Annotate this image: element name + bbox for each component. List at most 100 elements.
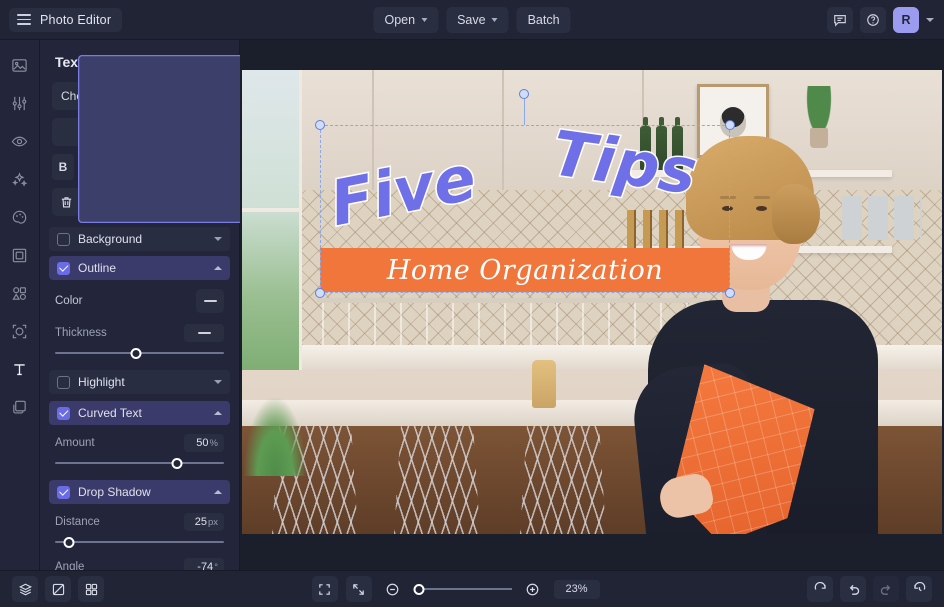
open-button[interactable]: Open [373,6,439,33]
underline-button[interactable]: U [106,154,128,180]
duplicate-text-button[interactable] [86,188,114,216]
sidebar-item-mask[interactable] [7,318,33,344]
options-button[interactable]: Options › [120,188,227,216]
text-icon [14,363,25,375]
slider-knob[interactable] [171,457,183,469]
zoom-level-value[interactable]: 23% [553,579,600,599]
reset-button[interactable] [807,576,833,602]
align-right-button[interactable] [171,154,193,180]
help-button[interactable] [860,6,886,33]
sidebar-item-adjust[interactable] [7,90,33,116]
slider-knob[interactable] [63,536,75,548]
section-background[interactable]: Background [49,227,230,251]
feedback-button[interactable] [827,6,853,33]
layers-icon [13,400,26,413]
align-right-icon [176,162,188,173]
highlight-checkbox[interactable] [57,375,70,389]
section-drop-shadow[interactable]: Drop Shadow [49,480,230,504]
panel-header: Text Properties [40,40,239,82]
bold-button[interactable]: B [52,154,74,180]
redo-button[interactable] [873,576,899,602]
thickness-style-button[interactable] [184,324,224,342]
close-button[interactable] [212,55,227,70]
outline-color-swatch[interactable] [196,289,224,313]
curved-text-checkbox[interactable] [57,406,70,420]
info-button[interactable] [189,55,204,70]
shadow-distance-value: 25 [194,516,207,528]
sidebar-item-shapes[interactable] [7,280,33,306]
sidebar-item-effects[interactable] [7,166,33,192]
sidebar-item-frame[interactable] [7,242,33,268]
sidebar-item-image[interactable] [7,52,33,78]
italic-button[interactable]: I [79,154,101,180]
font-size-input[interactable]: 405 px [52,118,159,146]
font-family-select[interactable]: Chewy › [52,82,227,110]
undo-button[interactable] [840,576,866,602]
stepper-down-icon[interactable] [149,133,155,137]
slider-knob[interactable] [413,583,425,595]
section-curved-text[interactable]: Curved Text [49,401,230,425]
grid-button[interactable] [78,576,104,602]
panel-content: Chewy › 405 px B I U Options › Backgroun… [40,55,488,570]
user-avatar[interactable]: R [893,6,919,33]
fullscreen-button[interactable] [311,576,338,602]
shadow-angle-value-box[interactable]: -74 ° [184,558,224,570]
delete-text-button[interactable] [52,188,80,216]
fit-screen-button[interactable] [345,576,372,602]
drop-shadow-checkbox[interactable] [57,485,70,499]
shadow-distance-slider[interactable] [55,535,224,549]
chevron-up-icon[interactable] [214,490,222,494]
curved-amount-value: 50 [196,437,209,449]
zoom-out-icon [386,583,399,595]
sidebar-item-layers[interactable] [7,394,33,420]
subtitle-banner[interactable]: Home Organization [320,248,730,292]
curved-amount-value-box[interactable]: 50 % [184,434,224,452]
layers-button[interactable] [12,576,38,602]
section-highlight[interactable]: Highlight [49,370,230,394]
shadow-distance-value-box[interactable]: 25 px [184,513,224,531]
compare-button[interactable] [45,576,71,602]
zoom-in-button[interactable] [520,576,546,602]
chevron-down-icon[interactable] [926,17,934,22]
image-icon [12,58,27,72]
background-checkbox[interactable] [57,232,70,246]
align-left-button[interactable] [144,154,166,180]
section-outline[interactable]: Outline [49,256,230,280]
chevron-down-icon[interactable] [214,237,222,241]
app-brand[interactable]: Photo Editor [9,7,123,32]
history-button[interactable] [906,576,932,602]
chevron-up-icon[interactable] [214,266,222,270]
chevron-down-icon[interactable] [214,380,222,384]
font-size-stepper[interactable] [149,127,155,137]
align-justify-button[interactable] [198,154,220,180]
section-label: Drop Shadow [78,485,151,499]
sidebar-item-retouch[interactable] [7,128,33,154]
curved-amount-control: Amount 50 % [52,425,227,473]
image-canvas[interactable]: Five Tips Home Organization [242,70,942,534]
sidebar-item-text[interactable] [7,356,33,382]
options-label: Options [129,195,171,209]
letter-spacing-icon [207,126,219,138]
tool-rail [0,40,40,570]
top-bar: Photo Editor Open Save Batch R [0,0,944,40]
outline-checkbox[interactable] [57,261,70,275]
app-title: Photo Editor [40,12,112,27]
text-color-swatch[interactable] [165,118,193,146]
hamburger-icon[interactable] [17,14,31,25]
italic-label: I [88,160,92,174]
outline-color-control: Color [52,280,227,320]
outline-thickness-slider[interactable] [55,346,224,360]
sidebar-item-color[interactable] [7,204,33,230]
chevron-up-icon[interactable] [214,411,222,415]
subtitle-text: Home Organization [386,254,664,286]
chevron-right-icon: › [214,195,218,209]
stepper-up-icon[interactable] [149,127,155,131]
slider-knob[interactable] [130,347,142,359]
zoom-slider[interactable] [413,582,512,596]
curved-amount-slider[interactable] [55,456,224,470]
letter-spacing-button[interactable] [199,118,227,146]
canvas-area[interactable]: Five Tips Home Organization [240,40,944,570]
save-button[interactable]: Save [446,6,509,33]
zoom-out-button[interactable] [380,576,406,602]
batch-button[interactable]: Batch [516,6,571,33]
